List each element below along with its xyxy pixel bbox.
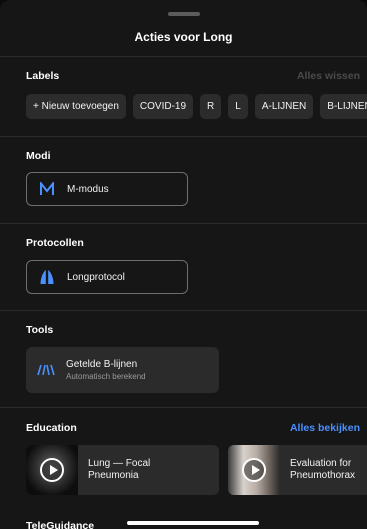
divider	[0, 223, 367, 224]
lung-protocol-label: Longprotocol	[67, 271, 125, 283]
video-thumbnail	[26, 445, 78, 495]
lung-icon	[27, 269, 67, 285]
modes-heading: Modi	[26, 150, 51, 162]
label-chip-b-lines[interactable]: B-LIJNEN	[320, 94, 367, 119]
label-chip-l[interactable]: L	[228, 94, 248, 119]
education-card[interactable]: Evaluation for Pneumothorax	[228, 445, 367, 495]
education-title-line: Pneumonia	[88, 470, 139, 481]
home-indicator[interactable]	[127, 521, 259, 525]
clear-all-labels-button[interactable]: Alles wissen	[297, 70, 360, 82]
add-label-chip[interactable]: + Nieuw toevoegen	[26, 94, 126, 119]
label-chip-a-lines[interactable]: A-LIJNEN	[254, 94, 314, 119]
education-title: Lung — Focal Pneumonia	[78, 458, 150, 482]
education-card[interactable]: Lung — Focal Pneumonia	[26, 445, 219, 495]
sheet-grabber[interactable]	[168, 12, 200, 16]
m-mode-label: M-modus	[67, 183, 109, 195]
divider	[0, 136, 367, 137]
m-mode-icon	[27, 182, 67, 196]
education-title-line: Lung — Focal	[88, 458, 151, 469]
divider	[0, 310, 367, 311]
protocols-heading: Protocollen	[26, 237, 84, 249]
label-chip-r[interactable]: R	[200, 94, 222, 119]
view-all-education-link[interactable]: Alles bekijken	[290, 422, 360, 434]
tools-heading: Tools	[26, 324, 54, 336]
labels-heading: Labels	[26, 70, 60, 82]
play-icon	[40, 458, 64, 482]
divider	[0, 407, 367, 408]
label-chip-covid[interactable]: COVID-19	[132, 94, 194, 119]
teleguidance-heading: TeleGuidance	[26, 520, 95, 529]
actions-sheet: Acties voor Long Labels Alles wissen + N…	[0, 0, 367, 529]
divider	[0, 56, 367, 57]
b-lines-icon	[26, 364, 66, 376]
m-mode-button[interactable]: M-modus	[26, 172, 188, 206]
sheet-title: Acties voor Long	[134, 30, 233, 44]
education-title: Evaluation for Pneumothorax	[280, 458, 355, 482]
education-title-line: Pneumothorax	[290, 470, 356, 481]
counted-b-lines-tool[interactable]: Getelde B-lijnen Automatisch berekend	[26, 347, 219, 393]
label-chips: + Nieuw toevoegen COVID-19 R L A-LIJNEN …	[26, 94, 367, 119]
education-title-line: Evaluation for	[290, 458, 352, 469]
play-icon	[242, 458, 266, 482]
lung-protocol-button[interactable]: Longprotocol	[26, 260, 188, 294]
video-thumbnail	[228, 445, 280, 495]
tool-title: Getelde B-lijnen	[66, 359, 138, 370]
education-heading: Education	[26, 422, 77, 434]
tool-subtitle: Automatisch berekend	[66, 372, 146, 381]
